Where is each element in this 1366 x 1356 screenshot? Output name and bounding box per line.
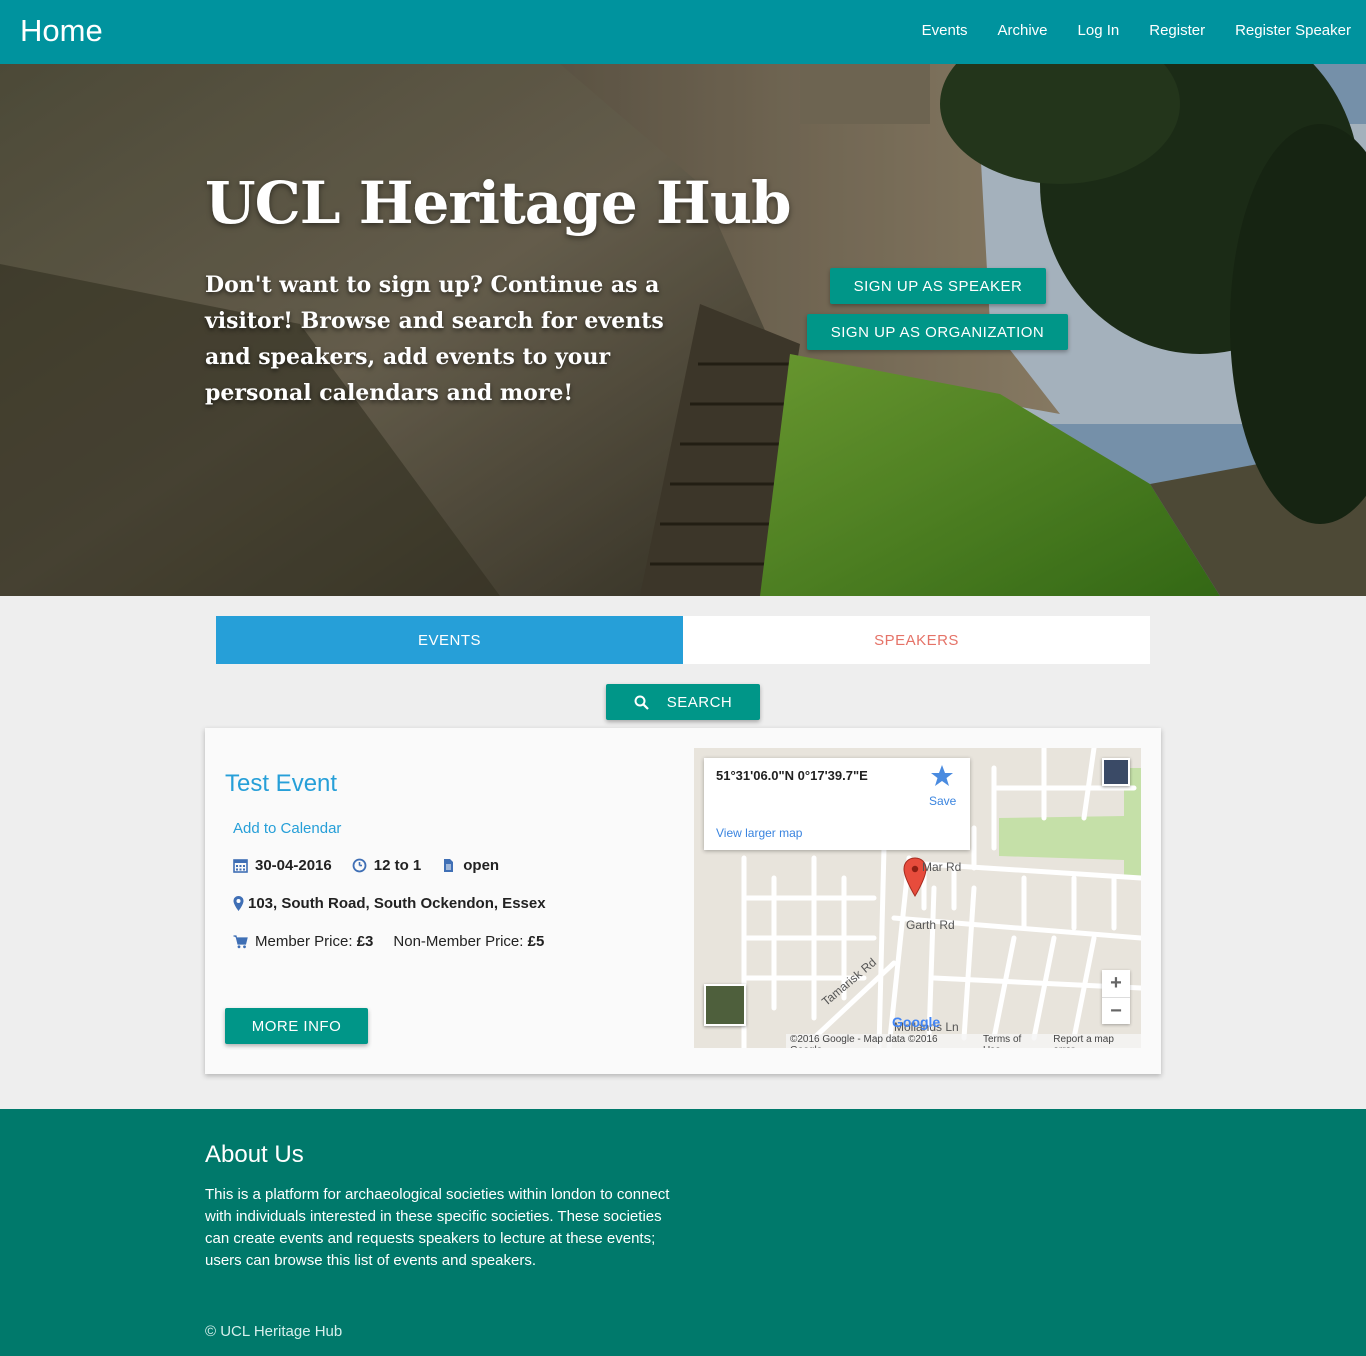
star-icon[interactable]	[930, 764, 954, 788]
map-marker-icon	[233, 896, 244, 911]
map-label-garth-rd: Garth Rd	[906, 918, 955, 932]
nav-links: Events Archive Log In Register Register …	[922, 22, 1351, 39]
tab-bar: EVENTS SPEAKERS	[216, 616, 1150, 664]
event-map[interactable]: Mar Rd Garth Rd Tamarisk Rd Mollands Ln …	[694, 748, 1141, 1048]
map-info-window: 51°31'06.0"N 0°17'39.7"E Save View large…	[704, 758, 970, 850]
about-text: This is a platform for archaeological so…	[205, 1186, 670, 1269]
map-label-mar-rd: Mar Rd	[922, 860, 962, 874]
nav-link-events[interactable]: Events	[922, 22, 968, 39]
hero-title: UCL Heritage Hub	[205, 169, 792, 237]
member-price: £3	[356, 933, 374, 950]
search-icon	[634, 695, 649, 710]
map-attribution: ©2016 Google - Map data ©2016 Google	[790, 1034, 938, 1048]
map-terms-link[interactable]: Terms of Use	[983, 1034, 1041, 1048]
event-card: Test Event Add to Calendar 30-04-2016 12…	[205, 728, 1161, 1074]
event-title[interactable]: Test Event	[225, 770, 337, 798]
satellite-toggle[interactable]	[704, 984, 746, 1026]
sign-up-speaker-button[interactable]: SIGN UP AS SPEAKER	[830, 268, 1046, 304]
google-logo: Google	[892, 1014, 941, 1030]
nav-link-register[interactable]: Register	[1149, 22, 1205, 39]
tab-events[interactable]: EVENTS	[216, 616, 683, 664]
more-info-button[interactable]: MORE INFO	[225, 1008, 368, 1044]
hero-text: Don't want to sign up? Continue as a vis…	[205, 272, 664, 406]
hero-banner: UCL Heritage Hub Don't want to sign up? …	[0, 64, 1366, 596]
member-price-label: Member Price:	[255, 933, 353, 950]
event-date: 30-04-2016	[255, 857, 332, 874]
nav-brand-home[interactable]: Home	[20, 13, 103, 49]
nonmember-price-label: Non-Member Price:	[393, 933, 524, 950]
copyright: © UCL Heritage Hub	[205, 1323, 343, 1340]
about-title: About Us	[205, 1141, 304, 1168]
event-meta-row: 30-04-2016 12 to 1 open	[233, 857, 499, 874]
search-button-label: SEARCH	[666, 693, 733, 711]
event-price-row: Member Price: £3 Non-Member Price: £5	[233, 933, 544, 950]
nav-link-login[interactable]: Log In	[1078, 22, 1120, 39]
cart-icon	[233, 935, 248, 949]
map-photo-thumbnail[interactable]	[1102, 758, 1130, 786]
zoom-in-button[interactable]: +	[1102, 970, 1130, 997]
footer: About Us This is a platform for archaeol…	[0, 1109, 1366, 1356]
search-button[interactable]: SEARCH	[606, 684, 760, 720]
map-coordinates: 51°31'06.0"N 0°17'39.7"E	[716, 768, 868, 783]
map-report-link[interactable]: Report a map error	[1053, 1034, 1137, 1048]
map-zoom-controls: + −	[1102, 970, 1130, 1024]
event-address-row: 103, South Road, South Ockendon, Essex	[233, 895, 546, 912]
zoom-out-button[interactable]: −	[1102, 998, 1130, 1025]
event-time: 12 to 1	[373, 857, 422, 874]
calendar-icon	[233, 859, 248, 873]
view-larger-map-link[interactable]: View larger map	[716, 826, 802, 840]
event-address: 103, South Road, South Ockendon, Essex	[248, 895, 546, 912]
top-navbar: Home Events Archive Log In Register Regi…	[0, 0, 1366, 64]
nonmember-price: £5	[527, 933, 545, 950]
add-to-calendar-link[interactable]: Add to Calendar	[233, 820, 341, 837]
event-status: open	[463, 857, 500, 874]
tab-speakers[interactable]: SPEAKERS	[683, 616, 1150, 664]
map-attribution-bar: ©2016 Google - Map data ©2016 Google Ter…	[786, 1034, 1141, 1048]
clock-icon	[352, 858, 367, 873]
nav-link-register-speaker[interactable]: Register Speaker	[1235, 22, 1351, 39]
sign-up-organization-button[interactable]: SIGN UP AS ORGANIZATION	[807, 314, 1068, 350]
nav-link-archive[interactable]: Archive	[997, 22, 1047, 39]
map-save-link[interactable]: Save	[929, 794, 956, 808]
document-icon	[444, 859, 454, 872]
